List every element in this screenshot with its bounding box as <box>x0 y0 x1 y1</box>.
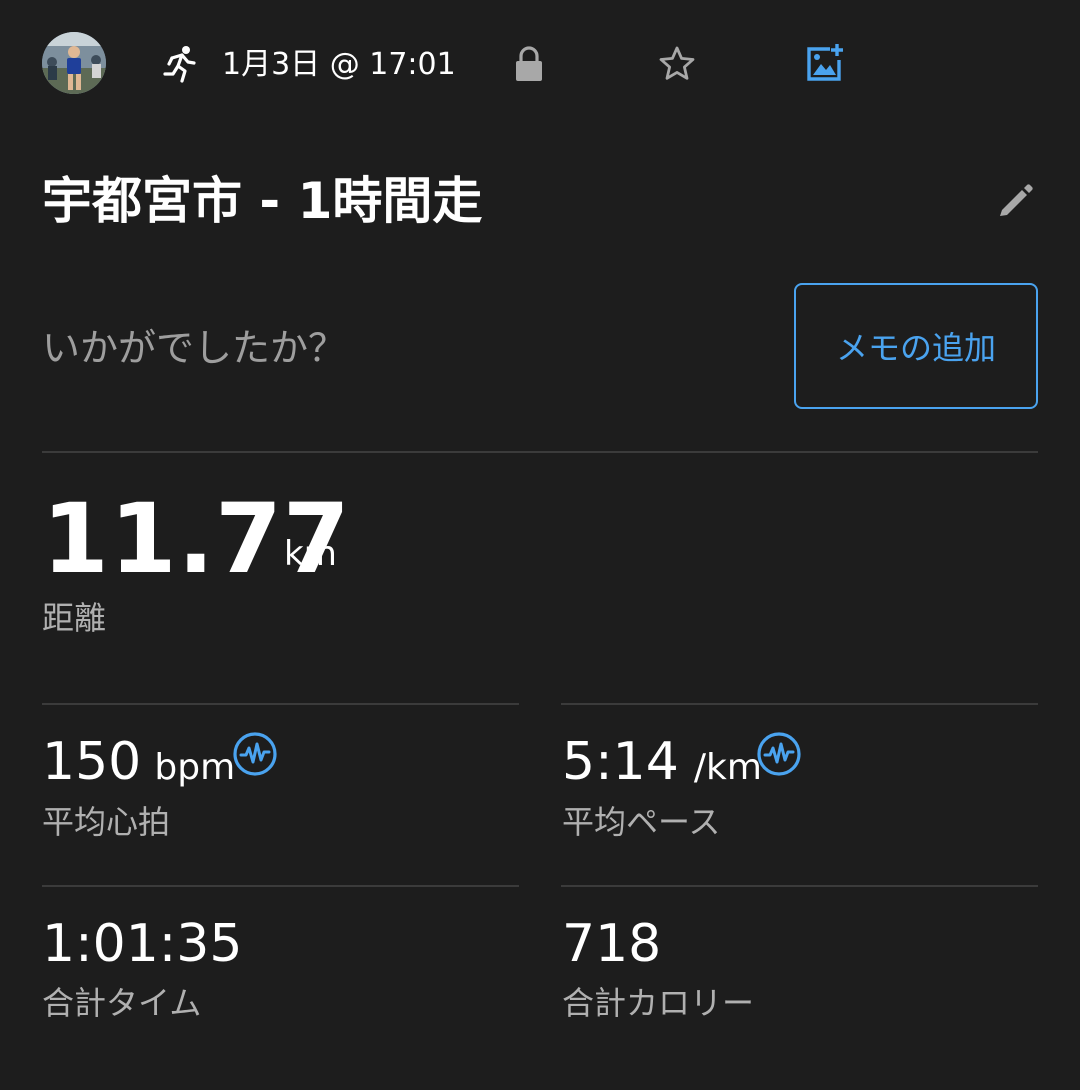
add-memo-label: メモの追加 <box>835 329 996 367</box>
distance-unit: km <box>284 534 337 574</box>
add-memo-button[interactable]: メモの追加 <box>794 283 1038 409</box>
pace-unit: /km <box>693 747 762 788</box>
activity-date: 1月3日 @ 17:01 <box>222 47 456 82</box>
pace-label: 平均ペース <box>562 803 721 841</box>
running-icon <box>163 46 196 83</box>
heart-rate-stat: 150 bpm <box>42 730 235 794</box>
divider <box>561 703 1038 705</box>
pace-stat: 5:14 /km <box>562 730 762 794</box>
heart-rate-value: 150 <box>42 732 142 792</box>
calories-value: 718 <box>562 914 662 974</box>
pace-chart-icon[interactable] <box>756 731 802 777</box>
divider <box>42 703 519 705</box>
avatar-photo <box>42 32 106 94</box>
divider <box>42 885 519 887</box>
star-icon[interactable] <box>658 45 696 83</box>
avatar[interactable] <box>42 32 106 94</box>
pace-value: 5:14 <box>562 732 679 792</box>
total-time-value: 1:01:35 <box>42 914 243 974</box>
divider <box>42 451 1038 453</box>
activity-title: 宇都宮市 - 1時間走 <box>42 172 483 230</box>
heart-rate-label: 平均心拍 <box>42 803 171 841</box>
divider <box>561 885 1038 887</box>
total-time-label: 合計タイム <box>42 984 202 1022</box>
pencil-icon[interactable] <box>996 180 1036 220</box>
lock-icon[interactable] <box>512 46 546 82</box>
calories-label: 合計カロリー <box>562 984 755 1022</box>
heart-rate-unit: bpm <box>154 747 236 788</box>
feedback-prompt[interactable]: いかがでしたか？ <box>42 322 346 374</box>
distance-label: 距離 <box>42 599 107 637</box>
add-photo-icon[interactable] <box>804 42 846 84</box>
heart-rate-chart-icon[interactable] <box>232 731 278 777</box>
